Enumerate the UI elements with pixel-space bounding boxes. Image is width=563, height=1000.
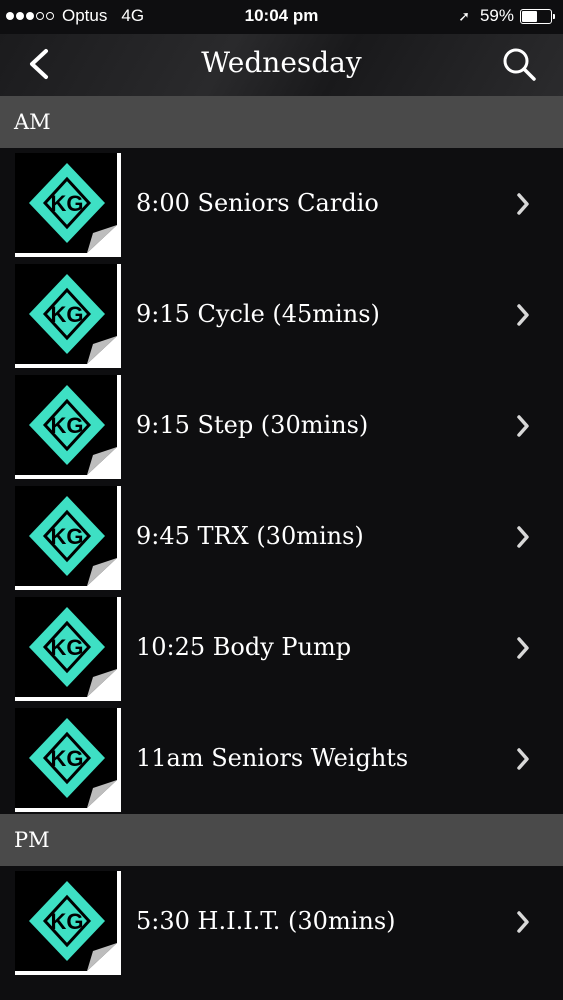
- list-item[interactable]: KG 8:00 Seniors Cardio: [0, 148, 563, 259]
- item-label: 11am Seniors Weights: [136, 744, 409, 772]
- battery-level: [522, 10, 537, 22]
- list-item[interactable]: KG 9:15 Cycle (45mins): [0, 259, 563, 370]
- list-item[interactable]: KG 10:25 Body Pump: [0, 592, 563, 703]
- battery-icon: [520, 8, 552, 24]
- item-label: 9:15 Cycle (45mins): [136, 300, 380, 328]
- item-label: 9:15 Step (30mins): [136, 411, 369, 439]
- search-icon: [503, 48, 536, 81]
- kg-logo-thumbnail: KG: [15, 153, 121, 257]
- kg-logo-thumbnail: KG: [15, 871, 121, 975]
- logo-text: KG: [51, 635, 84, 660]
- list-item[interactable]: KG 11am Seniors Weights: [0, 703, 563, 814]
- kg-logo-thumbnail: KG: [15, 375, 121, 479]
- chevron-right-icon: [517, 526, 529, 548]
- item-label: 9:45 TRX (30mins): [136, 522, 364, 550]
- logo-text: KG: [51, 909, 84, 934]
- search-button[interactable]: [499, 44, 539, 84]
- item-label: 8:00 Seniors Cardio: [136, 189, 379, 217]
- logo-text: KG: [51, 413, 84, 438]
- logo-text: KG: [51, 191, 84, 216]
- logo-text: KG: [51, 302, 84, 327]
- section-header-am: AM: [0, 96, 563, 148]
- chevron-right-icon: [517, 637, 529, 659]
- list-item[interactable]: KG 9:15 Step (30mins): [0, 370, 563, 481]
- battery-percent: 59%: [479, 6, 514, 25]
- list-item[interactable]: KG 5:30 H.I.I.T. (30mins): [0, 866, 563, 977]
- kg-logo-thumbnail: KG: [15, 486, 121, 590]
- chevron-right-icon: [517, 193, 529, 215]
- logo-text: KG: [51, 746, 84, 771]
- kg-logo-thumbnail: KG: [15, 264, 121, 368]
- logo-text: KG: [51, 524, 84, 549]
- chevron-right-icon: [517, 911, 529, 933]
- kg-logo-thumbnail: KG: [15, 597, 121, 701]
- navigation-bar: Wednesday: [0, 34, 563, 96]
- item-label: 5:30 H.I.I.T. (30mins): [136, 907, 396, 935]
- chevron-right-icon: [517, 415, 529, 437]
- section-header-pm: PM: [0, 814, 563, 866]
- kg-logo-thumbnail: KG: [15, 708, 121, 812]
- status-right: ➚ 59%: [458, 6, 555, 26]
- chevron-right-icon: [517, 748, 529, 770]
- location-arrow-icon: ➚: [458, 7, 470, 24]
- battery-tip: [553, 13, 555, 19]
- page-title: Wednesday: [201, 46, 362, 79]
- chevron-right-icon: [517, 304, 529, 326]
- status-bar: Optus 4G 10:04 pm ➚ 59%: [0, 0, 563, 34]
- item-label: 10:25 Body Pump: [136, 633, 352, 661]
- list-item[interactable]: KG 9:45 TRX (30mins): [0, 481, 563, 592]
